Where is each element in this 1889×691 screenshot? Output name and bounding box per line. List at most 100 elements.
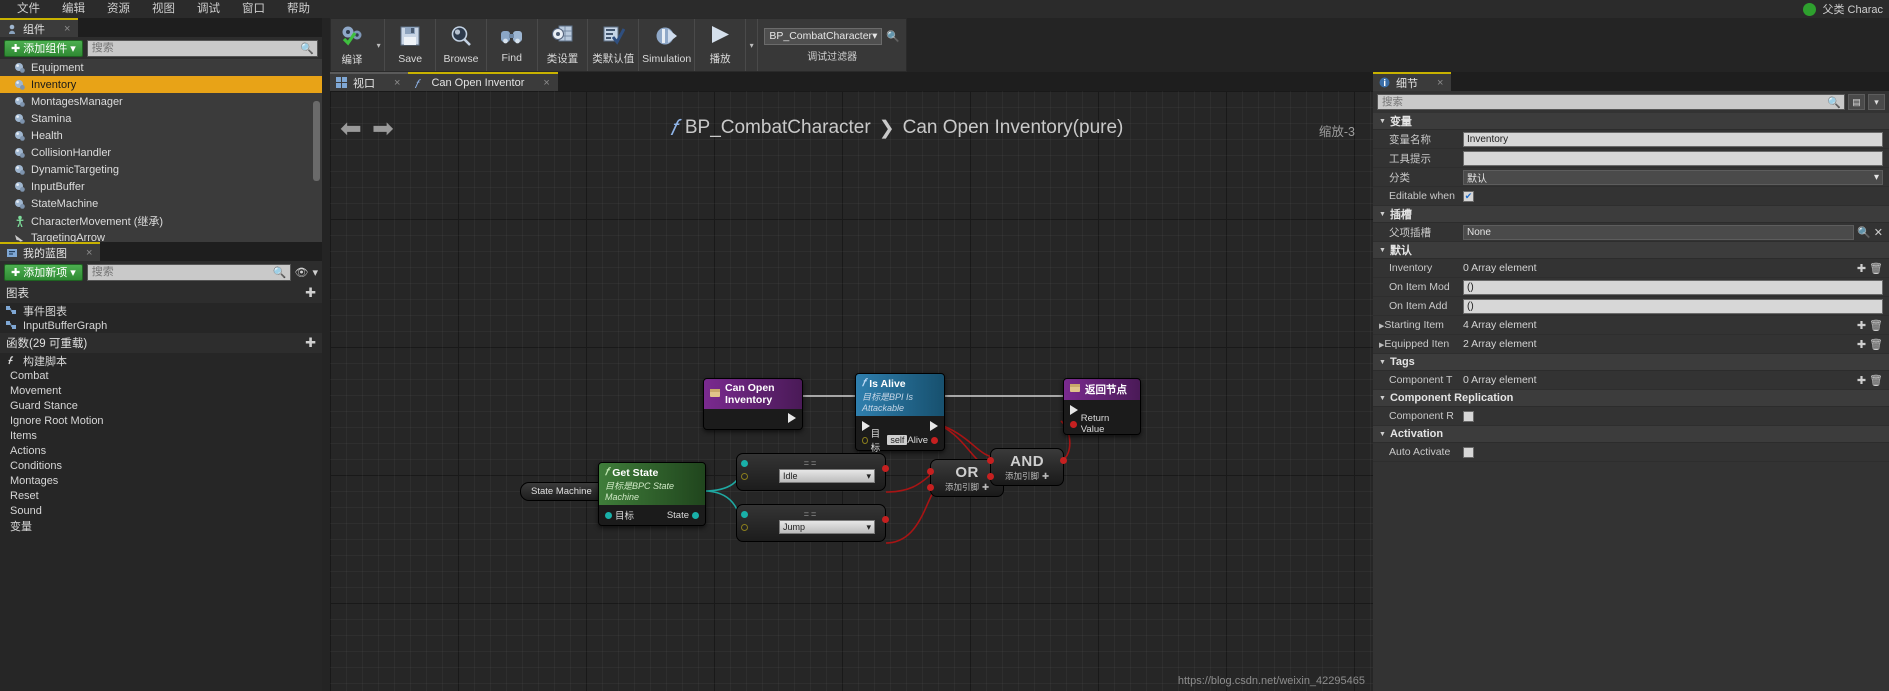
back-arrow-icon[interactable]: ⬅ <box>340 113 362 144</box>
menu-item-help[interactable]: 帮助 <box>276 0 321 18</box>
component-item-statemachine[interactable]: StateMachine <box>0 195 322 212</box>
menu-item-asset[interactable]: 资源 <box>96 0 141 18</box>
target-in-pin[interactable] <box>862 436 868 444</box>
construction-script-item[interactable]: 构建脚本 <box>0 353 322 368</box>
close-icon[interactable]: × <box>543 77 549 89</box>
node-function-entry[interactable]: Can Open Inventory <box>703 378 803 430</box>
menu-item-view[interactable]: 视图 <box>141 0 186 18</box>
return-value-pin[interactable] <box>1070 420 1077 428</box>
forward-arrow-icon[interactable]: ➡ <box>372 113 394 144</box>
details-section-component-replication[interactable]: ▼ Component Replication <box>1373 390 1889 407</box>
menu-item-window[interactable]: 窗口 <box>231 0 276 18</box>
target-in-pin[interactable] <box>605 511 612 519</box>
enum-in-pin-a[interactable] <box>741 511 748 518</box>
component-item-inventory[interactable]: Inventory <box>0 76 322 93</box>
toolbar-class-settings-button[interactable]: 类设置 <box>538 19 589 71</box>
chevron-down-icon[interactable]: ▾ <box>312 266 318 279</box>
and-out-pin[interactable] <box>1060 457 1068 464</box>
component-item-dynamictargeting[interactable]: DynamicTargeting <box>0 161 322 178</box>
tab-can-open-inventory[interactable]: 𝑓 Can Open Inventor × <box>408 72 558 91</box>
component-list[interactable]: Equipment Inventory MontagesManager Stamina… <box>0 59 322 242</box>
variables-section-item[interactable]: 变量 <box>0 518 322 533</box>
toolbar-find-button[interactable]: Find <box>487 19 538 71</box>
text-input[interactable]: Inventory <box>1463 131 1883 147</box>
graph-item-inputbuffergraph[interactable]: InputBufferGraph <box>0 318 322 333</box>
event-value[interactable]: () <box>1463 279 1883 295</box>
delete-icon[interactable]: 🗑 <box>1869 338 1883 351</box>
add-new-button[interactable]: ✚ 添加新项 ▾ <box>4 263 83 281</box>
component-item-montagesmanager[interactable]: MontagesManager <box>0 93 322 110</box>
details-filter-button[interactable]: ▾ <box>1868 94 1885 110</box>
or-in-pin-b[interactable] <box>927 484 934 491</box>
toolbar-class-defaults-button[interactable]: 类默认值 <box>588 19 640 71</box>
function-item-reset[interactable]: Reset <box>0 488 322 503</box>
components-search-input[interactable] <box>91 42 313 54</box>
node-get-state[interactable]: 𝑓 Get State 目标是BPC State Machine 目标 Stat… <box>598 462 706 526</box>
dropdown[interactable]: 默认 ▾ <box>1463 169 1883 185</box>
menu-item-edit[interactable]: 编辑 <box>51 0 96 18</box>
exec-out-pin[interactable] <box>788 413 796 423</box>
play-options-caret[interactable]: ▾ <box>746 19 759 71</box>
myblueprint-search-input[interactable] <box>91 266 286 278</box>
toolbar-save-button[interactable]: Save <box>385 19 437 71</box>
alive-out-pin[interactable] <box>931 436 938 444</box>
enum-out-pin[interactable] <box>882 516 889 523</box>
function-item-movement[interactable]: Movement <box>0 383 322 398</box>
function-item-sound[interactable]: Sound <box>0 503 322 518</box>
blueprint-canvas[interactable]: ⬅ ➡ 𝑓 BP_CombatCharacter ❯ Can Open Inve… <box>330 91 1373 691</box>
tab-viewport[interactable]: 视口 × <box>330 72 409 91</box>
checkbox[interactable]: ✔ <box>1463 190 1474 202</box>
details-section-activation[interactable]: ▼ Activation <box>1373 426 1889 443</box>
add-element-icon[interactable]: ✚ <box>1857 374 1866 387</box>
compile-options-caret[interactable]: ▾ <box>373 19 386 71</box>
function-item-conditions[interactable]: Conditions <box>0 458 322 473</box>
debug-filter-dropdown[interactable]: BP_CombatCharacter ▾ <box>764 27 883 45</box>
node-equal-enum-idle[interactable]: == Idle ▾ <box>736 453 889 491</box>
and-in-pin-a[interactable] <box>987 457 994 464</box>
text-input[interactable] <box>1463 150 1883 166</box>
components-search[interactable]: 🔍 <box>86 39 318 57</box>
checkbox[interactable] <box>1463 410 1474 422</box>
function-item-combat[interactable]: Combat <box>0 368 322 383</box>
enum-in-pin-b[interactable] <box>741 473 748 480</box>
and-add-pin-button[interactable]: 添加引脚 ✚ <box>1005 470 1049 482</box>
add-element-icon[interactable]: ✚ <box>1857 262 1866 275</box>
menu-item-file[interactable]: 文件 <box>6 0 51 18</box>
delete-icon[interactable]: 🗑 <box>1869 262 1883 275</box>
function-item-items[interactable]: Items <box>0 428 322 443</box>
function-item-montages[interactable]: Montages <box>0 473 322 488</box>
function-item-guard-stance[interactable]: Guard Stance <box>0 398 322 413</box>
tab-components[interactable]: 组件 × <box>0 18 79 37</box>
or-add-pin-button[interactable]: 添加引脚 ✚ <box>945 481 989 493</box>
exec-out-pin[interactable] <box>930 421 938 431</box>
tab-details[interactable]: 细节 × <box>1373 72 1452 91</box>
component-list-scrollbar[interactable] <box>313 101 320 181</box>
myblueprint-search[interactable]: 🔍 <box>86 263 291 281</box>
details-section-tags[interactable]: ▼ Tags <box>1373 354 1889 371</box>
details-section-插槽[interactable]: ▼ 插槽 <box>1373 206 1889 223</box>
enum-value-dropdown-jump[interactable]: Jump ▾ <box>779 520 875 534</box>
tab-my-blueprint[interactable]: 我的蓝图 × <box>0 242 101 261</box>
enum-in-pin-a[interactable] <box>741 460 748 467</box>
details-section-变量[interactable]: ▼ 变量 <box>1373 113 1889 130</box>
component-item-stamina[interactable]: Stamina <box>0 110 322 127</box>
close-icon[interactable]: ✕ <box>1874 226 1883 239</box>
menu-item-debug[interactable]: 调试 <box>186 0 231 18</box>
close-icon[interactable]: × <box>86 247 92 259</box>
details-search[interactable]: 🔍 <box>1377 94 1845 110</box>
delete-icon[interactable]: 🗑 <box>1869 319 1883 332</box>
slot-value[interactable]: None <box>1463 224 1855 240</box>
close-icon[interactable]: × <box>64 23 70 35</box>
enum-out-pin[interactable] <box>882 465 889 472</box>
graph-item-[interactable]: 事件图表 <box>0 303 322 318</box>
checkbox[interactable] <box>1463 446 1474 458</box>
details-search-input[interactable] <box>1382 96 1840 108</box>
search-icon[interactable]: 🔍 <box>1857 226 1871 239</box>
toolbar-simulation-button[interactable]: Simulation <box>639 19 696 71</box>
component-item-charactermovement[interactable]: CharacterMovement (继承) <box>0 212 322 229</box>
add-function-button[interactable]: ✚ <box>305 335 316 351</box>
node-and[interactable]: AND 添加引脚 ✚ <box>987 448 1068 486</box>
node-is-alive[interactable]: 𝑓 Is Alive 目标是BPI Is Attackable 目标 self … <box>855 373 945 454</box>
details-section-默认[interactable]: ▼ 默认 <box>1373 242 1889 259</box>
function-item-actions[interactable]: Actions <box>0 443 322 458</box>
